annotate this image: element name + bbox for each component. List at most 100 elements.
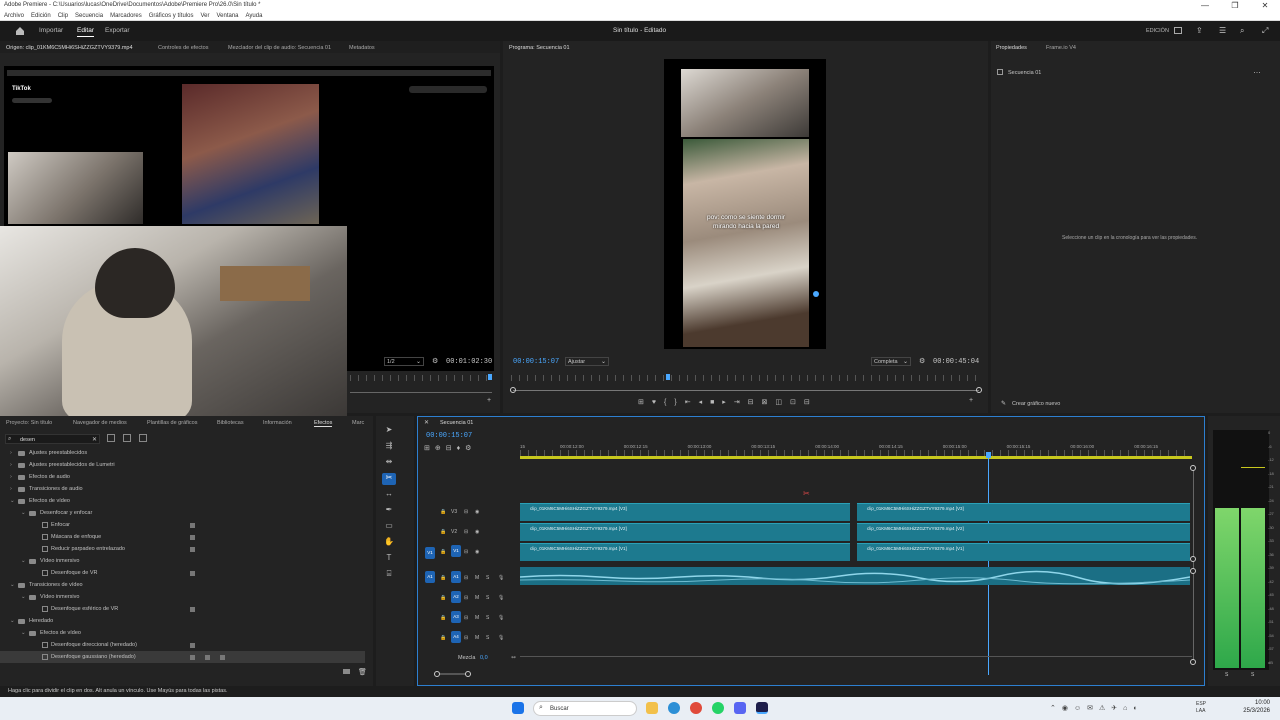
yuv-filter-icon[interactable] xyxy=(139,434,147,442)
menu-secuencia[interactable]: Secuencia xyxy=(75,13,103,19)
video-clip-v3[interactable]: clip_01KM6C5MHi6SHiZZGZTVY9379.mp4 [V3] xyxy=(857,503,1190,521)
more-icon[interactable]: … xyxy=(1253,66,1261,75)
meter-solo-left[interactable]: S xyxy=(1225,672,1228,678)
video-clip-v2[interactable]: clip_01KM6C5MHi6SHiZZGZTVY9379.mp4 [V2] xyxy=(857,523,1190,541)
video-clip-v2[interactable]: clip_01KM6C5MHi6SHiZZGZTVY9379.mp4 [V2] xyxy=(520,523,850,541)
chevron-down-icon[interactable]: ⌄ xyxy=(10,495,15,507)
tab-libraries[interactable]: Bibliotecas xyxy=(217,420,244,426)
minimize-button[interactable]: — xyxy=(1190,0,1220,11)
effect-item[interactable]: Reducir parpadeo entrelazado xyxy=(0,543,365,555)
chevron-down-icon[interactable]: ⌄ xyxy=(21,555,26,567)
type-tool-icon[interactable]: T xyxy=(382,553,396,565)
lock-icon[interactable]: 🔒 xyxy=(440,529,446,535)
effects-folder[interactable]: ⌄ Vídeo inmersivo xyxy=(0,591,365,603)
ripple-edit-tool-icon[interactable]: ⇹ xyxy=(382,457,396,469)
premiere-icon[interactable] xyxy=(756,702,768,714)
sync-lock-icon[interactable]: ⊟ xyxy=(464,635,468,641)
effect-item[interactable]: Desenfoque de VR xyxy=(0,567,365,579)
mic-icon[interactable]: 🎙 xyxy=(498,615,504,621)
tab-info[interactable]: Información xyxy=(263,420,292,426)
chrome-icon[interactable] xyxy=(690,702,702,714)
sync-lock-icon[interactable]: ⊟ xyxy=(464,549,468,555)
solo-icon[interactable]: S xyxy=(486,615,489,621)
home-icon[interactable] xyxy=(15,26,25,35)
lock-icon[interactable]: 🔒 xyxy=(440,549,446,555)
slip-tool-icon[interactable]: ↔ xyxy=(382,489,396,501)
effects-folder[interactable]: ⌄ Efectos de vídeo xyxy=(0,495,365,507)
menu-clip[interactable]: Clip xyxy=(58,13,68,19)
track-label-v2[interactable]: V2 xyxy=(451,529,457,535)
sync-lock-icon[interactable]: ⊟ xyxy=(464,575,468,581)
eye-icon[interactable]: ◉ xyxy=(475,529,479,535)
add-button-icon[interactable]: + xyxy=(969,397,973,404)
pen-tool-icon[interactable]: ✒ xyxy=(382,505,396,517)
track-label-a2[interactable]: A2 xyxy=(451,591,461,603)
settings-icon[interactable]: ⚙ xyxy=(919,357,925,365)
sync-lock-icon[interactable]: ⊟ xyxy=(464,615,468,621)
search-icon[interactable]: ⌕ xyxy=(1240,26,1244,36)
tab-effect-controls[interactable]: Controles de efectos xyxy=(158,45,208,51)
menu-ventana[interactable]: Ventana xyxy=(216,13,238,19)
effects-folder[interactable]: ⌄ Vídeo inmersivo xyxy=(0,555,365,567)
new-graphic-button[interactable]: Crear gráfico nuevo xyxy=(1012,401,1060,407)
chevron-down-icon[interactable]: ⌄ xyxy=(10,615,15,627)
tab-media-browser[interactable]: Navegador de medios xyxy=(73,420,127,426)
tab-properties[interactable]: Propiedades xyxy=(996,45,1027,51)
edge-icon[interactable] xyxy=(668,702,680,714)
video-clip-v1[interactable]: clip_01KM6C5MHi6SHiZZGZTVY9379.mp4 [V1] xyxy=(857,543,1190,561)
search-input[interactable]: desen xyxy=(20,437,35,443)
clock-time[interactable]: 10:00 xyxy=(1230,700,1270,706)
panel-icon[interactable] xyxy=(1174,27,1182,34)
menu-icon[interactable]: ☰ xyxy=(1219,26,1226,35)
menu-ver[interactable]: Ver xyxy=(200,13,209,19)
mic-icon[interactable]: 🎙 xyxy=(498,575,504,581)
add-button-icon[interactable]: + xyxy=(487,397,491,404)
32bit-filter-icon[interactable] xyxy=(123,434,131,442)
tab-program[interactable]: Programa: Secuencia 01 xyxy=(509,45,570,51)
effects-folder[interactable]: ⌄ Efectos de vídeo xyxy=(0,627,365,639)
chevron-down-icon[interactable]: ⌄ xyxy=(21,627,26,639)
graphic-icon[interactable]: ✎ xyxy=(1001,400,1006,407)
delete-icon[interactable]: 🗑 xyxy=(358,668,367,676)
import-tab[interactable]: Importar xyxy=(39,27,63,34)
effect-item[interactable]: Desenfoque esférico de VR xyxy=(0,603,365,615)
edit-tab[interactable]: Editar xyxy=(77,27,94,37)
lock-icon[interactable]: 🔒 xyxy=(440,615,446,621)
video-clip-v3[interactable]: clip_01KM6C5MHi6SHiZZGZTVY9379.mp4 [V3] xyxy=(520,503,850,521)
effect-item[interactable]: Desenfoque gaussiano (heredado) xyxy=(0,651,365,663)
source-patch-a1[interactable]: A1 xyxy=(425,571,435,583)
chevron-down-icon[interactable]: ⌄ xyxy=(10,579,15,591)
effects-folder[interactable]: ⌄ Heredado xyxy=(0,615,365,627)
effects-folder[interactable]: › Ajustes preestablecidos xyxy=(0,447,365,459)
sync-lock-icon[interactable]: ⊟ xyxy=(464,529,468,535)
hand-tool-icon[interactable]: ✋ xyxy=(382,537,396,549)
effect-item[interactable]: Máscara de enfoque xyxy=(0,531,365,543)
whatsapp-icon[interactable] xyxy=(712,702,724,714)
mix-expand-icon[interactable]: ⇿ xyxy=(511,654,516,661)
tab-project[interactable]: Proyecto: Sin título xyxy=(6,420,52,426)
expand-icon[interactable]: ⤢ xyxy=(1262,26,1268,36)
effects-search-field[interactable]: ⌕ desen ✕ xyxy=(5,434,100,444)
selection-tool-icon[interactable]: ➤ xyxy=(382,425,396,437)
fit-select[interactable]: Ajustar xyxy=(568,359,585,365)
track-label-a1[interactable]: A1 xyxy=(451,571,461,583)
razor-tool-icon[interactable]: ✂ xyxy=(382,473,396,485)
effects-folder[interactable]: › Efectos de audio xyxy=(0,471,365,483)
video-clip-v1[interactable]: clip_01KM6C5MHi6SHiZZGZTVY9379.mp4 [V1] xyxy=(520,543,850,561)
chevron-right-icon[interactable]: › xyxy=(10,447,12,459)
clock-date[interactable]: 25/3/2026 xyxy=(1230,708,1270,714)
effects-folder[interactable]: › Ajustes preestablecidos de Lumetri xyxy=(0,459,365,471)
effect-item[interactable]: Desenfoque direccional (heredado) xyxy=(0,639,365,651)
effects-folder[interactable]: ⌄ Desenfocar y enfocar xyxy=(0,507,365,519)
solo-icon[interactable]: S xyxy=(486,595,489,601)
chevron-right-icon[interactable]: › xyxy=(10,459,12,471)
chevron-right-icon[interactable]: › xyxy=(10,483,12,495)
chevron-right-icon[interactable]: › xyxy=(10,471,12,483)
caption-tool-icon[interactable]: ⌸ xyxy=(382,569,396,581)
system-tray[interactable]: ⌃◉☺✉⚠✈⌂◐ xyxy=(1050,704,1190,713)
chevron-down-icon[interactable]: ⌄ xyxy=(21,507,26,519)
tab-effects[interactable]: Efectos xyxy=(314,420,333,427)
mix-value[interactable]: 0,0 xyxy=(480,655,488,661)
eye-icon[interactable]: ◉ xyxy=(475,509,479,515)
lock-icon[interactable]: 🔒 xyxy=(440,509,446,515)
